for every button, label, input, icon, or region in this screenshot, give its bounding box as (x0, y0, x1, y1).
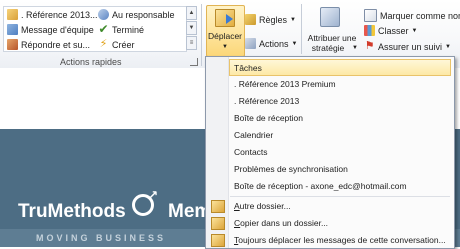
lightning-icon: ⚡ (99, 38, 108, 50)
group-separator (301, 4, 302, 54)
mark-unread-label: Marquer comme non lu (380, 10, 460, 21)
chevron-down-icon: ▼ (291, 40, 298, 47)
menu-item-inbox[interactable]: Boîte de réception (230, 110, 452, 126)
team-message-icon (7, 24, 18, 35)
forward-manager-icon (98, 9, 109, 20)
menu-item-inbox-hotmail[interactable]: Boîte de réception - axone_edc@hotmail.c… (230, 178, 452, 194)
always-move-icon (211, 234, 225, 247)
checkmark-icon: ✔ (98, 22, 109, 36)
quick-step-label: Terminé (112, 24, 145, 35)
reply-delete-icon (7, 39, 18, 50)
move-dropdown-menu: Tâches . Référence 2013 Premium . Référe… (205, 56, 455, 249)
logo-text-trumethods: TruMethods (18, 201, 126, 222)
actions-button[interactable]: Actions ▼ (245, 38, 297, 49)
other-folder-icon (211, 200, 225, 213)
policy-icon (320, 7, 340, 27)
quick-step-done[interactable]: ✔ Terminé (98, 22, 145, 36)
quick-step-to-manager[interactable]: Au responsable (98, 9, 175, 20)
chevron-down-icon: ▼ (411, 27, 418, 34)
menu-item-label: . Référence 2013 (234, 96, 300, 106)
menu-item-label: Toujours déplacer les messages de cette … (230, 235, 446, 245)
chevron-down-icon: ▼ (222, 44, 228, 50)
chevron-down-icon: ▼ (445, 43, 451, 50)
menu-item-label: Boîte de réception (234, 113, 303, 123)
menu-item-other-folder[interactable]: Autre dossier... (230, 198, 452, 214)
quick-step-label: . Référence 2013... (21, 9, 98, 20)
menu-item-reference-2013-premium[interactable]: . Référence 2013 Premium (230, 76, 452, 92)
menu-item-label: . Référence 2013 Premium (234, 79, 336, 89)
gallery-scroll-down[interactable]: ▼ (186, 21, 197, 35)
quick-step-label: Répondre et su... (21, 39, 91, 50)
menu-item-contacts[interactable]: Contacts (230, 144, 452, 160)
mark-unread-button[interactable]: Marquer comme non lu (364, 9, 460, 22)
gallery-scroll-up[interactable]: ▲ (186, 6, 197, 20)
menu-item-always-move[interactable]: Toujours déplacer les messages de cette … (230, 232, 452, 248)
menu-item-reference-2013[interactable]: . Référence 2013 (230, 93, 452, 109)
quick-step-team-message[interactable]: Message d'équipe (7, 24, 94, 35)
menu-item-calendar[interactable]: Calendrier (230, 127, 452, 143)
chevron-down-icon: ▼ (290, 16, 296, 23)
quick-steps-group-label: Actions rapides (60, 57, 122, 67)
menu-item-sync-issues[interactable]: Problèmes de synchronisation (230, 161, 452, 177)
actions-icon (245, 38, 256, 49)
dialog-launcher-icon[interactable] (190, 58, 198, 66)
folder-arrow-icon (7, 9, 18, 20)
menu-separator (230, 196, 450, 197)
follow-up-button[interactable]: ⚑ Assurer un suivi ▼ (364, 41, 451, 52)
chevron-down-icon: ▼ (352, 45, 358, 51)
quick-step-reference-2013[interactable]: . Référence 2013... (7, 9, 98, 20)
rules-icon (245, 14, 256, 25)
gallery-more[interactable]: ≡ (186, 36, 197, 50)
envelope-icon (364, 9, 377, 22)
assign-policy-label-1: Attribuer une (307, 33, 357, 43)
categorize-label: Classer (378, 25, 409, 36)
menu-item-text: utre dossier... (239, 201, 291, 211)
menu-item-copy-to-folder[interactable]: Copier dans un dossier... (230, 215, 452, 231)
menu-item-label: Copier dans un dossier... (230, 218, 328, 228)
quick-step-create[interactable]: ⚡ Créer (98, 39, 135, 50)
move-button-label: Déplacer (208, 31, 243, 41)
quick-step-label: Créer (112, 39, 135, 50)
menu-item-text: opier dans un dossier... (240, 218, 329, 228)
categorize-button[interactable]: Classer ▼ (364, 25, 417, 36)
logo-arrow-icon: ↗ (148, 188, 159, 202)
rules-button[interactable]: Règles ▼ (245, 14, 296, 25)
menu-item-text: oujours déplacer les messages de cette c… (238, 235, 446, 245)
menu-item-label: Problèmes de synchronisation (234, 164, 348, 174)
menu-item-label: Calendrier (234, 130, 274, 140)
menu-item-label: Boîte de réception - axone_edc@hotmail.c… (234, 181, 407, 191)
actions-button-label: Actions (259, 38, 289, 49)
red-flag-icon: ⚑ (364, 40, 375, 52)
menu-item-label: Autre dossier... (230, 201, 291, 211)
rules-button-label: Règles (259, 14, 288, 25)
quick-step-label: Au responsable (112, 9, 175, 20)
group-separator (201, 4, 202, 66)
category-tag-icon (364, 25, 375, 36)
copy-folder-icon (211, 217, 225, 230)
menu-item-taches[interactable]: Tâches (229, 59, 451, 76)
menu-item-label: Tâches (234, 63, 262, 73)
quick-step-label: Message d'équipe (21, 24, 94, 35)
tagline-text: MOVING BUSINESS (36, 233, 167, 243)
move-arrow-icon (226, 14, 233, 24)
menu-item-label: Contacts (234, 147, 268, 157)
assign-policy-label-2: stratégie (311, 43, 345, 53)
follow-up-label: Assurer un suivi (378, 41, 443, 52)
quick-step-reply-delete[interactable]: Répondre et su... (7, 39, 90, 50)
